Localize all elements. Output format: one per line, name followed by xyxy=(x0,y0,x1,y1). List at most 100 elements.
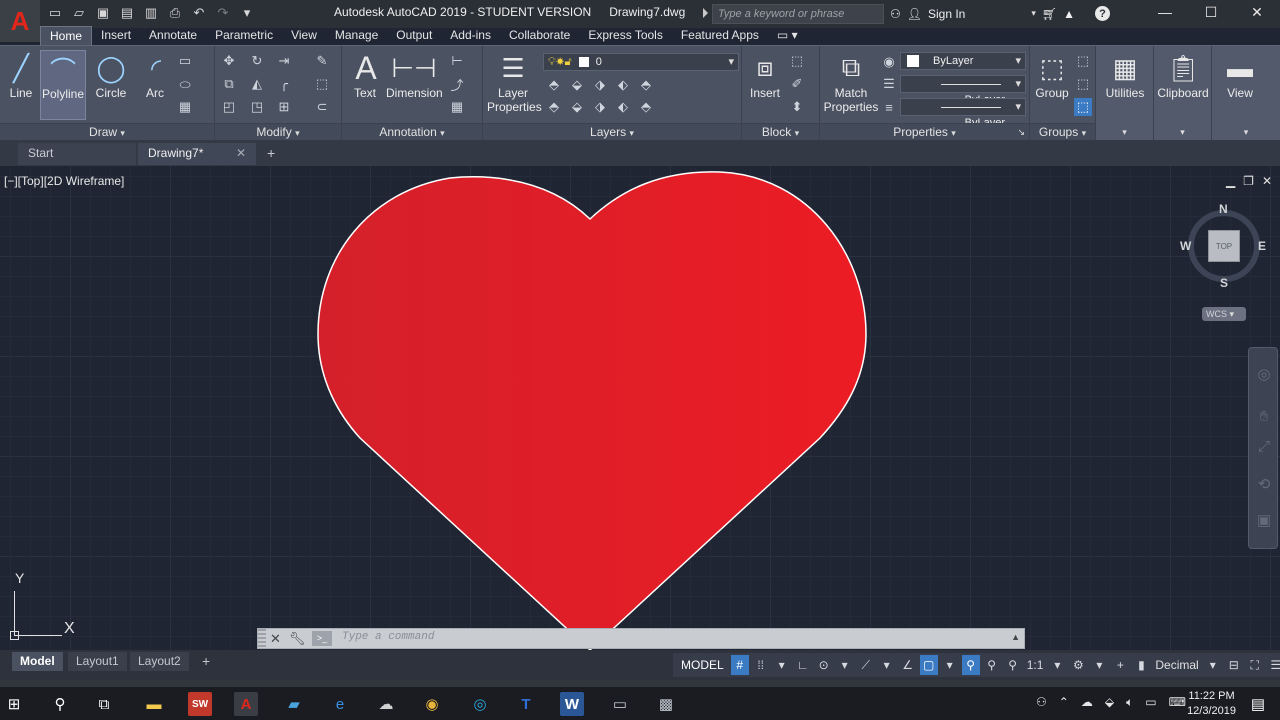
autoscale-icon[interactable]: ⚲ xyxy=(983,655,1001,675)
layout-tab-layout2[interactable]: Layout2 xyxy=(130,652,189,671)
annotation-scale-value[interactable]: 1:1 xyxy=(1025,655,1046,675)
wcs-menu[interactable]: WCS ▾ xyxy=(1202,307,1246,321)
color-dropdown[interactable]: ByLayer xyxy=(900,52,1026,70)
open-icon[interactable]: ▱ xyxy=(70,4,88,22)
redo-icon[interactable]: ↷ xyxy=(214,4,232,22)
pan-icon[interactable]: ✋︎ xyxy=(1254,406,1274,426)
tab-output[interactable]: Output xyxy=(387,26,441,46)
array-icon[interactable]: ⊞ xyxy=(275,98,293,116)
save-as-icon[interactable]: ▤ xyxy=(118,4,136,22)
ribbon-minimize-icon[interactable]: ▭ ▾ xyxy=(768,26,807,46)
solidworks-icon[interactable]: SW xyxy=(188,692,212,716)
create-block-icon[interactable]: ⬚ xyxy=(788,52,806,70)
layer-freeze-icon[interactable]: ⬗ xyxy=(591,76,609,94)
linetype-dropdown[interactable]: ByLayer xyxy=(900,75,1026,106)
trim-icon[interactable]: ⇥ xyxy=(275,52,293,70)
view-button[interactable]: ▬ View xyxy=(1220,50,1260,101)
web-mobile-icon[interactable]: ▥ xyxy=(142,4,160,22)
onedrive-icon[interactable]: ☁ xyxy=(1081,695,1093,710)
showmotion-icon[interactable]: ▣ xyxy=(1254,510,1274,530)
language-icon[interactable]: ⌨ xyxy=(1169,695,1186,710)
chrome-icon[interactable]: ◉ xyxy=(420,692,444,716)
osnap-icon[interactable]: ▢ xyxy=(919,655,938,675)
rotate-icon[interactable]: ↻ xyxy=(248,52,266,70)
match-properties-button[interactable]: ⧉ Match Properties xyxy=(823,50,879,114)
word-icon[interactable]: W xyxy=(560,692,584,716)
units-menu-icon[interactable]: ▾ xyxy=(1204,655,1222,675)
file-explorer-icon[interactable]: ▬ xyxy=(142,692,166,716)
network-icon[interactable]: ▭ xyxy=(1145,695,1156,710)
layer-on-icon[interactable]: ⬘ xyxy=(545,98,563,116)
layers-panel-title[interactable]: Layers ▾ xyxy=(483,123,741,141)
annotation-panel-title[interactable]: Annotation ▾ xyxy=(342,123,482,141)
app-taskbar-icon-3[interactable]: ◎ xyxy=(468,692,492,716)
stretch-icon[interactable]: ◰ xyxy=(220,98,238,116)
utilities-expand[interactable]: ▾ xyxy=(1096,123,1153,141)
search-input[interactable]: Type a keyword or phrase xyxy=(712,4,884,24)
clipboard-expand[interactable]: ▾ xyxy=(1154,123,1211,141)
properties-panel-title[interactable]: Properties ▾ ↘ xyxy=(820,123,1029,141)
autocad-taskbar-icon[interactable]: A xyxy=(234,692,258,716)
command-input[interactable]: Type a command xyxy=(342,631,434,643)
group-edit-icon[interactable]: ⬚ xyxy=(1074,75,1092,93)
mirror-icon[interactable]: ◭ xyxy=(248,75,266,93)
line-button[interactable]: ╱ Line xyxy=(2,50,40,101)
dimension-button[interactable]: ⊢⊣ Dimension xyxy=(386,50,443,101)
clean-screen-icon[interactable]: ⛶ xyxy=(1246,655,1264,675)
viewcube-top-face[interactable]: TOP xyxy=(1208,230,1240,262)
search-expand-icon[interactable] xyxy=(703,8,708,18)
annotation-visibility-icon[interactable]: ⚲ xyxy=(961,655,980,675)
workspace-gear-icon[interactable]: ⚙ xyxy=(1069,655,1087,675)
table-icon[interactable]: ▦ xyxy=(448,98,466,116)
windows-start-icon[interactable]: ⊞ xyxy=(2,692,26,716)
layer-off-icon[interactable]: ⬘ xyxy=(545,76,563,94)
tray-expand-icon[interactable]: ⌃ xyxy=(1059,695,1069,710)
view-expand[interactable]: ▾ xyxy=(1212,123,1280,141)
compass-west[interactable]: W xyxy=(1180,239,1191,253)
ortho-icon[interactable]: ∟ xyxy=(794,655,812,675)
panel-launcher-icon[interactable]: ↘ xyxy=(1017,124,1025,141)
linear-dim-icon[interactable]: ⊢ xyxy=(448,52,466,70)
edge-icon[interactable]: e xyxy=(328,692,352,716)
app-taskbar-icon-5[interactable]: ▭ xyxy=(608,692,632,716)
units-value[interactable]: Decimal xyxy=(1153,655,1200,675)
units-icon[interactable]: ▮ xyxy=(1132,655,1150,675)
edit-block-icon[interactable]: ✐ xyxy=(788,75,806,93)
otrack-icon[interactable]: ∠ xyxy=(899,655,917,675)
layer-isolate-icon[interactable]: ⬙ xyxy=(568,76,586,94)
erase-icon[interactable]: ✎ xyxy=(313,52,331,70)
undo-icon[interactable]: ↶ xyxy=(190,4,208,22)
help-icon[interactable]: ? xyxy=(1095,6,1111,21)
maximize-icon[interactable]: ☐ xyxy=(1188,0,1234,24)
app-taskbar-icon-2[interactable]: ☁ xyxy=(374,692,398,716)
polyline-button[interactable]: ⌒ Polyline xyxy=(40,50,86,120)
offset-icon[interactable]: ⊂ xyxy=(313,98,331,116)
command-line-grip[interactable] xyxy=(258,629,266,648)
hatch-icon[interactable]: ▦ xyxy=(176,98,194,116)
tab-insert[interactable]: Insert xyxy=(92,26,140,46)
block-attributes-icon[interactable]: ⬍ xyxy=(788,98,806,116)
circle-button[interactable]: ◯ Circle xyxy=(90,50,132,101)
rectangle-icon[interactable]: ▭ xyxy=(176,52,194,70)
explode-icon[interactable]: ⬚ xyxy=(313,75,331,93)
arc-button[interactable]: ◜ Arc xyxy=(136,50,174,101)
osnap-menu-icon[interactable]: ▾ xyxy=(941,655,959,675)
tab-view[interactable]: View xyxy=(282,26,326,46)
tab-parametric[interactable]: Parametric xyxy=(206,26,282,46)
tab-drawing7[interactable]: Drawing7* ✕ xyxy=(138,143,256,165)
leader-icon[interactable]: ⤴ xyxy=(448,75,466,93)
compass-east[interactable]: E xyxy=(1258,239,1266,253)
app-taskbar-icon-6[interactable]: ▩ xyxy=(654,692,678,716)
new-layout-icon[interactable]: + xyxy=(194,652,218,671)
tab-featured-apps[interactable]: Featured Apps xyxy=(672,26,768,46)
clipboard-button[interactable]: 📋︎ Clipboard xyxy=(1156,50,1210,101)
tab-start[interactable]: Start xyxy=(18,143,136,165)
command-prompt-icon[interactable]: >_ xyxy=(312,631,332,646)
utilities-button[interactable]: ▦ Utilities xyxy=(1102,50,1148,101)
annotation-monitor-icon[interactable]: + xyxy=(1111,655,1129,675)
tab-collaborate[interactable]: Collaborate xyxy=(500,26,579,46)
snap-menu-icon[interactable]: ▾ xyxy=(773,655,791,675)
search-icon[interactable]: ⚲ xyxy=(48,692,72,716)
app-taskbar-icon-4[interactable]: T xyxy=(514,692,538,716)
group-selection-icon[interactable]: ⬚ xyxy=(1074,98,1092,116)
